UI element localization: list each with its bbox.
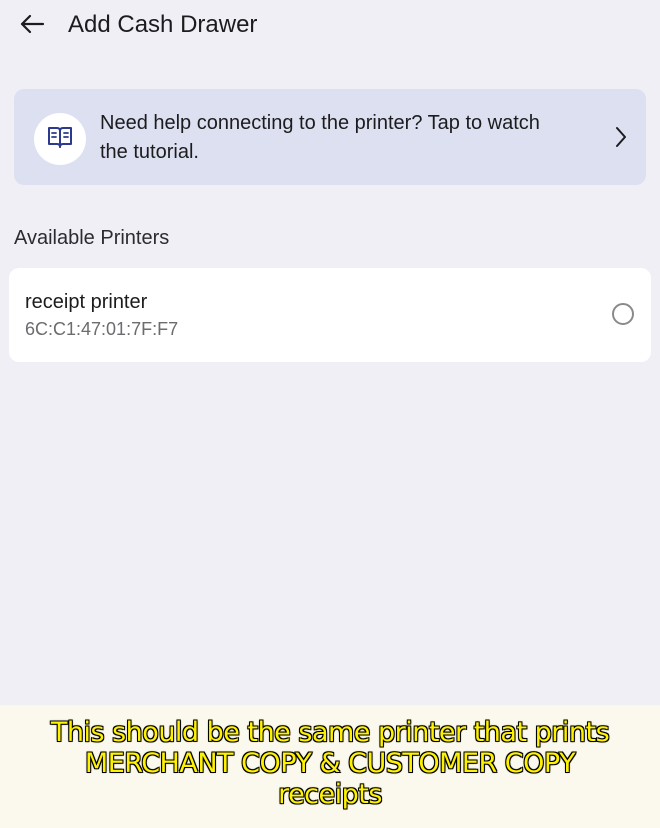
printer-select-radio[interactable] (612, 303, 634, 325)
available-printers-label: Available Printers (14, 227, 170, 249)
tutorial-help-banner[interactable]: Need help connecting to the printer? Tap… (14, 89, 646, 185)
caption-line-1: This should be the same printer that pri… (50, 716, 610, 749)
help-icon-container (34, 113, 86, 165)
caption-line-2: MERCHANT COPY & CUSTOMER COPY (84, 747, 576, 780)
arrow-left-icon (19, 13, 45, 40)
help-banner-text: Need help connecting to the printer? Tap… (100, 109, 600, 167)
chevron-right-icon (614, 125, 628, 149)
book-icon (46, 124, 74, 155)
app-header: Add Cash Drawer (0, 0, 660, 52)
video-caption: This should be the same printer that pri… (10, 716, 650, 811)
back-button[interactable] (14, 8, 50, 44)
printer-name: receipt printer (25, 291, 148, 313)
page-title: Add Cash Drawer (68, 11, 258, 38)
caption-line-3: receipts (277, 778, 383, 811)
printer-list-item[interactable]: receipt printer 6C:C1:47:01:7F:F7 (9, 268, 651, 362)
printer-mac-address: 6C:C1:47:01:7F:F7 (25, 319, 179, 339)
help-text-line-2: the tutorial. (100, 141, 199, 163)
help-text-line-1: Need help connecting to the printer? Tap… (100, 112, 540, 134)
video-caption-bar: This should be the same printer that pri… (0, 705, 660, 828)
